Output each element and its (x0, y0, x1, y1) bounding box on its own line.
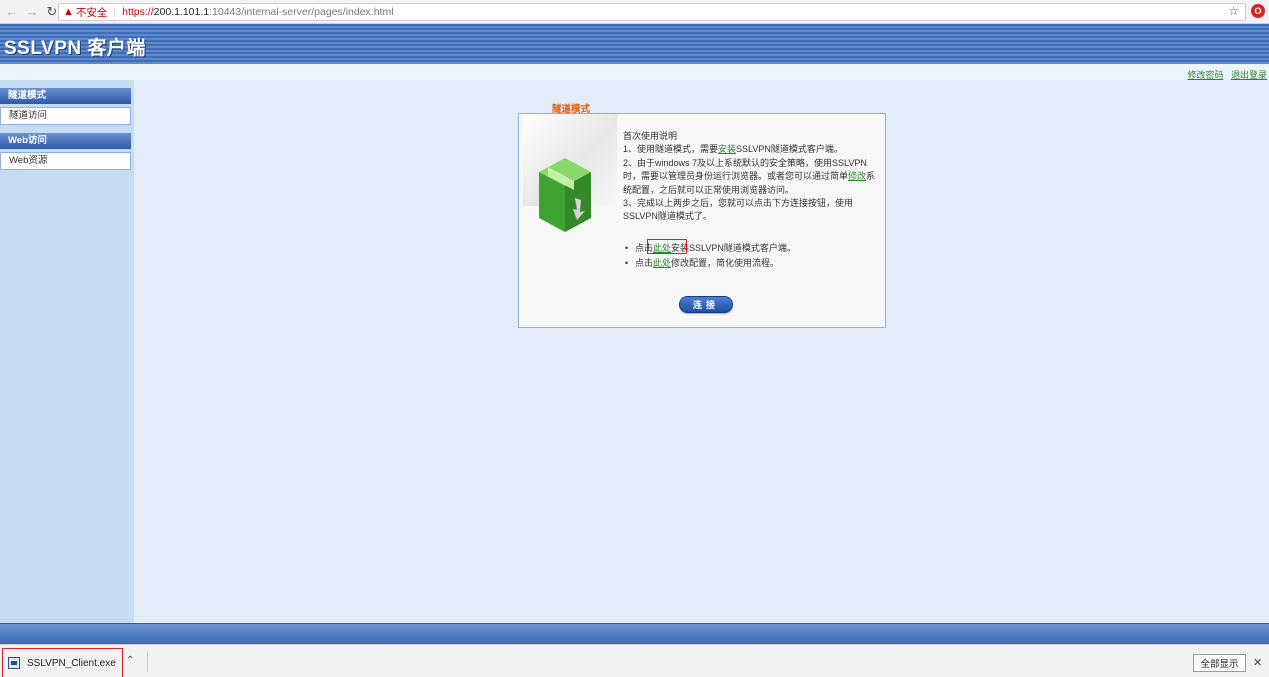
url-host: 200.1.101.1 (153, 6, 210, 18)
usage-instructions: 首次使用说明 1、使用隧道模式，需要安装SSLVPN隧道模式客户端。 2、由于w… (623, 130, 879, 224)
modify-here-link[interactable]: 此处 (653, 258, 671, 268)
highlight-box (647, 239, 687, 254)
bookmark-star-icon[interactable]: ☆ (1228, 4, 1239, 18)
download-filename: SSLVPN_Client.exe (27, 657, 116, 669)
url-input[interactable]: ▲ 不安全 | https:// 200.1.101.1 :10443/inte… (58, 3, 1246, 21)
bullet-dot: • (625, 258, 629, 268)
install-link[interactable]: 安装 (718, 144, 736, 154)
url-separator: | (113, 6, 117, 18)
instruction-line-1: 1、使用隧道模式，需要安装SSLVPN隧道模式客户端。 (623, 143, 879, 156)
instructions-heading: 首次使用说明 (623, 131, 678, 141)
url-scheme: https:// (122, 6, 154, 18)
back-arrow-icon[interactable]: ← (4, 4, 20, 20)
sidebar-section-tunnel[interactable]: 隧道模式 (0, 88, 131, 104)
instruction-1-text: 1、使用隧道模式，需要 (623, 144, 719, 155)
instruction-2-text: 2、由于windows 7及以上系统默认的安全策略，使用SSLVPN时，需要以管… (623, 157, 867, 182)
bullet-modify: • 点击此处修改配置，简化使用流程。 (625, 256, 779, 269)
chevron-up-icon[interactable]: ⌃ (126, 655, 134, 666)
close-icon[interactable]: ✕ (1253, 656, 1262, 669)
download-divider (147, 652, 148, 672)
logout-link[interactable]: 退出登录 (1231, 70, 1267, 80)
sidebar-section-web[interactable]: Web访问 (0, 133, 131, 149)
bullet-1-suffix: 安装SSLVPN隧道模式客户端。 (671, 243, 796, 253)
download-shelf: SSLVPN_Client.exe ⌃ 全部显示 ✕ (0, 644, 1269, 677)
forward-arrow-icon[interactable]: → (24, 4, 40, 20)
sidebar: 隧道模式 隧道访问 Web访问 Web资源 (0, 80, 134, 623)
app-footer-bar (0, 623, 1269, 644)
app-header-banner: SSLVPN 客户端 (0, 24, 1269, 64)
show-all-button[interactable]: 全部显示 (1193, 654, 1246, 672)
bullet-2-prefix: 点击 (635, 258, 654, 268)
modify-link[interactable]: 修改 (848, 171, 866, 181)
warning-icon: ▲ (63, 6, 74, 18)
download-item[interactable]: SSLVPN_Client.exe (2, 648, 123, 677)
header-subbar (0, 64, 1269, 80)
exe-file-icon (8, 657, 20, 669)
bullet-dot: • (625, 243, 629, 253)
url-path: :10443/internal-server/pages/index.html (209, 6, 394, 18)
extension-icon[interactable]: O (1251, 4, 1265, 18)
insecure-label: 不安全 (75, 6, 108, 19)
sidebar-item-web-resources[interactable]: Web资源 (0, 152, 131, 170)
connect-button[interactable]: 连接 (679, 296, 733, 313)
tunnel-mode-panel: 首次使用说明 1、使用隧道模式，需要安装SSLVPN隧道模式客户端。 2、由于w… (518, 113, 886, 328)
instruction-1-suffix: SSLVPN隧道模式客户端。 (736, 144, 843, 155)
bullet-2-suffix: 修改配置，简化使用流程。 (671, 258, 780, 268)
app-title: SSLVPN 客户端 (4, 38, 146, 59)
sidebar-item-tunnel-access[interactable]: 隧道访问 (0, 107, 131, 125)
instruction-line-3: 3、完成以上两步之后，您就可以点击下方连接按钮，使用SSLVPN隧道模式了。 (623, 198, 854, 222)
browser-address-bar: ← → ↻ ▲ 不安全 | https:// 200.1.101.1 :1044… (0, 0, 1269, 24)
change-password-link[interactable]: 修改密码 (1187, 70, 1223, 80)
instruction-line-2: 2、由于windows 7及以上系统默认的安全策略，使用SSLVPN时，需要以管… (623, 157, 879, 197)
package-box-icon (539, 158, 591, 232)
